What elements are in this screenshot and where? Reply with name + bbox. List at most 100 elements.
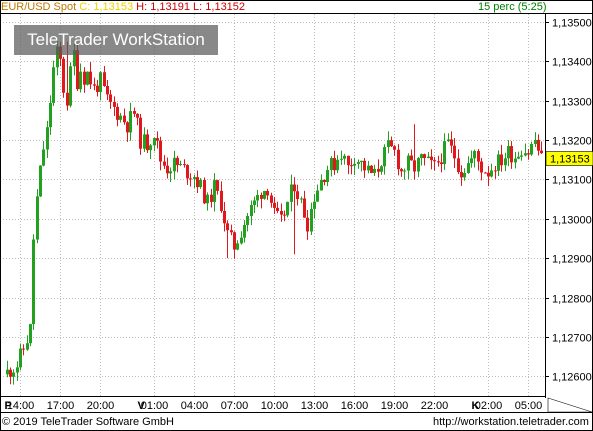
candle-body	[193, 177, 196, 179]
x-tick-label: 05:00	[515, 400, 543, 412]
candle-body	[417, 158, 420, 172]
candle-body	[126, 122, 129, 133]
y-axis: 1,13500 1,13400 1,13300 1,13200 1,13100 1,130…	[545, 18, 592, 384]
website-link[interactable]: http://workstation.teletrader.com	[433, 415, 589, 429]
candle-body	[163, 161, 166, 166]
candle-body	[460, 172, 463, 178]
candle-body	[430, 156, 433, 161]
candle-body	[220, 190, 223, 211]
candle-body	[89, 71, 92, 85]
candle-body	[323, 179, 326, 183]
candle-body	[176, 157, 179, 166]
y-tick-label: 1,13000	[552, 215, 592, 227]
candle-body	[494, 170, 497, 172]
symbol-label: EUR/USD Spot C: 1,13153 H: 1,13191 L: 1,…	[1, 1, 245, 14]
candle-body	[410, 155, 413, 161]
watermark-text: TeleTrader WorkStation	[27, 30, 205, 49]
candle-body	[487, 172, 490, 177]
x-tick-label: 14:00	[7, 400, 35, 412]
candle-body	[347, 155, 350, 166]
y-tick-label: 1,13300	[552, 97, 592, 109]
candle-body	[400, 169, 403, 172]
candle-body	[86, 71, 89, 85]
y-tick-label: 1,13500	[552, 18, 592, 30]
candle-body	[156, 138, 159, 141]
candle-body	[367, 165, 370, 171]
candle-body	[230, 230, 233, 233]
candle-body	[330, 158, 333, 171]
candle-body	[333, 158, 336, 171]
candle-body	[216, 180, 219, 191]
candle-body	[326, 170, 329, 183]
candle-body	[223, 210, 226, 224]
x-tick-label: 13:00	[301, 400, 329, 412]
candle-body	[286, 201, 289, 216]
candle-body	[420, 154, 423, 159]
candle-body	[69, 66, 72, 106]
candle-body	[427, 156, 430, 159]
x-tick-label: 10:00	[261, 400, 289, 412]
candle-body	[290, 184, 293, 202]
x-tick-label: 22:00	[421, 400, 449, 412]
candle-body	[143, 134, 146, 149]
candle-body	[463, 172, 466, 178]
y-tick-label: 1,12900	[552, 254, 592, 266]
candle-body	[524, 153, 527, 156]
x-tick-label: 02:00	[475, 400, 503, 412]
candle-body	[407, 155, 410, 171]
candle-body	[99, 72, 102, 92]
candle-body	[9, 369, 12, 377]
candle-body	[360, 160, 363, 163]
candle-body	[504, 158, 507, 166]
candle-body	[49, 102, 52, 128]
candle-body	[517, 156, 520, 159]
candle-body	[537, 139, 540, 151]
candle-body	[296, 191, 299, 200]
candle-body	[19, 348, 22, 368]
candle-body	[534, 139, 537, 144]
candle-body	[387, 140, 390, 148]
candle-body	[413, 160, 416, 172]
low-value: L: 1,13152	[193, 1, 246, 13]
price-chart[interactable]: 1,13500 1,13400 1,13300 1,13200 1,13100 1,130…	[0, 0, 593, 431]
candle-body	[153, 138, 156, 146]
candle-body	[76, 50, 79, 90]
candle-body	[300, 198, 303, 200]
candle-body	[443, 141, 446, 165]
candle-body	[306, 217, 309, 232]
candle-body	[336, 159, 339, 171]
candle-body	[36, 196, 39, 240]
candle-body	[169, 171, 172, 174]
candle-body	[79, 71, 82, 90]
candle-body	[303, 198, 306, 218]
candle-body	[29, 324, 32, 344]
candle-body	[266, 190, 269, 196]
candle-body	[123, 115, 126, 123]
candle-body	[397, 149, 400, 170]
candle-body	[210, 194, 213, 202]
y-tick-label: 1,13400	[552, 57, 592, 69]
candle-body	[473, 151, 476, 159]
candle-body	[403, 170, 406, 172]
watermark: TeleTrader WorkStation	[14, 25, 218, 55]
candle-body	[373, 168, 376, 173]
candle-body	[96, 85, 99, 92]
candle-body	[236, 243, 239, 250]
candle-body	[380, 166, 383, 172]
candle-body	[490, 170, 493, 177]
candle-body	[433, 160, 436, 162]
x-tick-label: 20:00	[87, 400, 115, 412]
candle-body	[497, 154, 500, 171]
interval-label: 15 perc (5:25)	[478, 1, 547, 13]
candle-body	[39, 165, 42, 197]
candle-body	[283, 214, 286, 216]
candle-body	[136, 113, 139, 118]
candle-body	[377, 168, 380, 172]
candle-body	[340, 158, 343, 160]
candle-body	[129, 111, 132, 133]
chart-window: 1,13500 1,13400 1,13300 1,13200 1,13100 1,130…	[0, 0, 593, 431]
candle-body	[313, 201, 316, 209]
candle-body	[139, 117, 142, 149]
candle-body	[484, 172, 487, 174]
candle-body	[203, 179, 206, 204]
